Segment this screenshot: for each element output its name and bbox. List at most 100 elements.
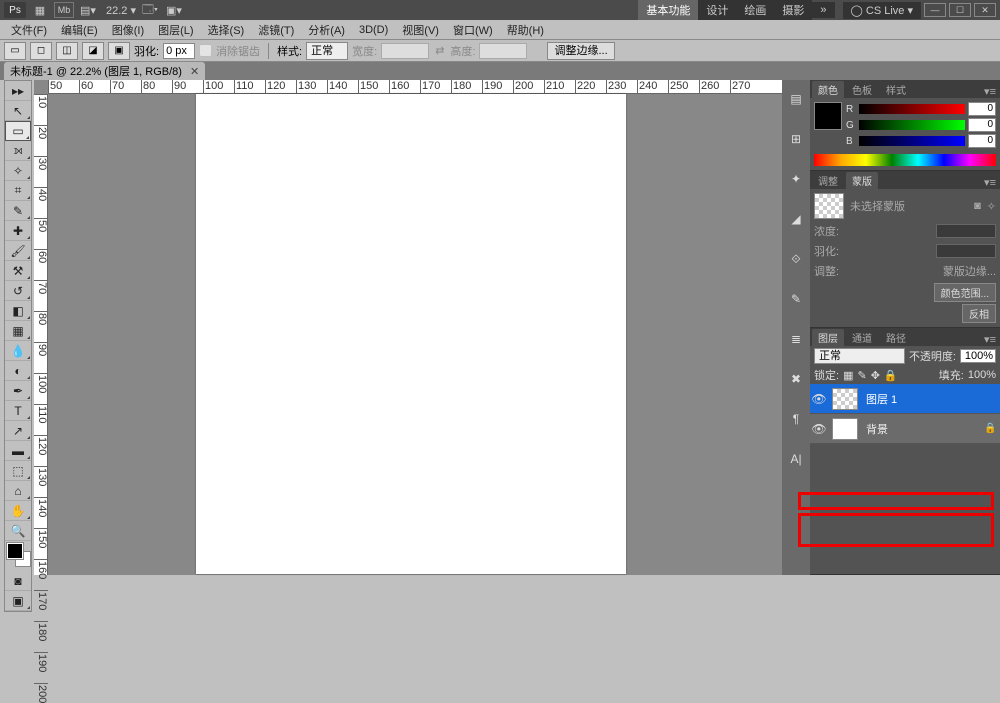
menu-filter[interactable]: 滤镜(T) [251,22,301,38]
value-b[interactable]: 0 [968,134,996,148]
eraser-tool[interactable]: ◧ [5,301,31,321]
menu-3d[interactable]: 3D(D) [352,24,395,36]
canvas[interactable] [196,94,626,574]
camera-tool[interactable]: ⌂ [5,481,31,501]
canvas-area[interactable] [48,94,782,575]
close-icon[interactable]: ✕ [190,65,199,78]
tab-paths[interactable]: 路径 [880,329,912,346]
refine-edge-button[interactable]: 调整边缘... [547,42,614,60]
menu-help[interactable]: 帮助(H) [500,22,551,38]
tab-channels[interactable]: 通道 [846,329,878,346]
marquee-tool[interactable]: ▭ [5,121,31,141]
history-icon[interactable]: ▤ [786,90,806,108]
slider-g[interactable] [859,120,965,130]
swatches-icon[interactable]: ⊞ [786,130,806,148]
lock-all-icon[interactable]: 🔒 [884,369,898,382]
hand-tool[interactable]: ✋ [5,501,31,521]
tab-mask[interactable]: 蒙版 [846,172,878,189]
ruler-horizontal[interactable]: 5060708090100110120130140150160170180190… [48,80,782,94]
sel-add-icon[interactable]: ◫ [56,42,78,60]
menu-edit[interactable]: 编辑(E) [54,22,105,38]
lasso-tool[interactable]: ⟕ [5,141,31,161]
panel-menu-icon[interactable]: ▾≡ [980,176,1000,189]
docs-icon[interactable]: 🗔▾ [140,2,160,18]
menu-image[interactable]: 图像(I) [105,22,151,38]
dock-icon[interactable]: ▸▸ [5,81,31,101]
layer-row[interactable]: 👁 图层 1 [810,384,1000,414]
document-tab[interactable]: 未标题-1 @ 22.2% (图层 1, RGB/8) ✕ [4,62,205,80]
opacity-input[interactable]: 100% [960,349,996,363]
value-g[interactable]: 0 [968,118,996,132]
history-brush-tool[interactable]: ↺ [5,281,31,301]
style-select[interactable]: 正常 [306,42,348,60]
invert-button[interactable]: 反相 [962,304,996,323]
move-tool[interactable]: ↖ [5,101,31,121]
pixel-mask-icon[interactable]: ◙ [974,200,981,212]
clone-icon[interactable]: ≣ [786,330,806,348]
layer-thumb[interactable] [832,388,858,410]
layer-thumb[interactable] [832,418,858,440]
sel-new-icon[interactable]: ◻ [30,42,52,60]
brush-tool[interactable]: 🖌 [5,241,31,261]
sel-int-icon[interactable]: ▣ [108,42,130,60]
lock-pixel-icon[interactable]: ✎ [857,369,866,382]
mask-edge-button[interactable]: 蒙版边缘... [943,263,996,279]
screen-icon[interactable]: ▣▾ [164,2,184,18]
layer-name[interactable]: 背景 [862,421,984,437]
tab-color[interactable]: 颜色 [812,81,844,98]
type-tool[interactable]: T [5,401,31,421]
paragraph-icon[interactable]: ¶ [786,410,806,428]
spectrum-picker[interactable] [814,154,996,166]
3d-tool[interactable]: ⬚ [5,461,31,481]
brush-preset-icon[interactable]: ⟐ [786,250,806,268]
gradient-tool[interactable]: ▦ [5,321,31,341]
workspace-mode-design[interactable]: 设计 [698,0,736,20]
menu-analysis[interactable]: 分析(A) [301,22,352,38]
tab-adjust[interactable]: 调整 [812,172,844,189]
histogram-icon[interactable]: ◢ [786,210,806,228]
layer-row[interactable]: 👁 背景 🔒 [810,414,1000,444]
workspace-mode-paint[interactable]: 绘画 [736,0,774,20]
value-r[interactable]: 0 [968,102,996,116]
vector-mask-icon[interactable]: ✧ [987,200,996,213]
feather-input[interactable] [163,43,195,59]
cs-live-button[interactable]: ◯ CS Live ▾ [843,2,921,19]
screenmode-tool[interactable]: ▣ [5,591,31,611]
stamp-tool[interactable]: ⚒ [5,261,31,281]
color-swatches[interactable] [5,541,31,571]
menu-view[interactable]: 视图(V) [395,22,446,38]
visibility-icon[interactable]: 👁 [810,422,828,436]
dodge-tool[interactable]: ◐ [5,361,31,381]
lock-pos-icon[interactable]: ✥ [871,369,880,382]
pen-tool[interactable]: ✒ [5,381,31,401]
blend-mode-select[interactable]: 正常 [814,348,905,364]
menu-file[interactable]: 文件(F) [4,22,54,38]
menu-select[interactable]: 选择(S) [201,22,252,38]
slider-r[interactable] [859,104,965,114]
color-range-button[interactable]: 颜色范围... [934,283,996,302]
sel-sub-icon[interactable]: ◪ [82,42,104,60]
workspace-mode-more[interactable]: » [812,2,834,18]
fg-color-swatch[interactable] [7,543,23,559]
tool-preset-icon[interactable]: ✖ [786,370,806,388]
tab-swatches[interactable]: 色板 [846,81,878,98]
visibility-icon[interactable]: 👁 [810,392,828,406]
panel-menu-icon[interactable]: ▾≡ [980,333,1000,346]
navigator-icon[interactable]: ✦ [786,170,806,188]
layout-icon[interactable]: ▤▾ [78,2,98,18]
minimize-button[interactable]: — [924,3,946,17]
minibridge-icon[interactable]: Mb [54,2,74,18]
zoom-value[interactable]: 22.2 ▾ [106,4,136,17]
character-icon[interactable]: A| [786,450,806,468]
close-button[interactable]: ✕ [974,3,996,17]
wand-tool[interactable]: ✧ [5,161,31,181]
bridge-icon[interactable]: ▦ [30,2,50,18]
layer-name[interactable]: 图层 1 [862,391,1000,407]
tab-layers[interactable]: 图层 [812,329,844,346]
zoom-tool[interactable]: 🔍 [5,521,31,541]
workspace-mode-essentials[interactable]: 基本功能 [638,0,698,20]
menu-window[interactable]: 窗口(W) [446,22,500,38]
crop-tool[interactable]: ⌗ [5,181,31,201]
ruler-vertical[interactable]: 1020304050607080901001101201301401501601… [34,94,48,575]
quickmask-tool[interactable]: ◙ [5,571,31,591]
